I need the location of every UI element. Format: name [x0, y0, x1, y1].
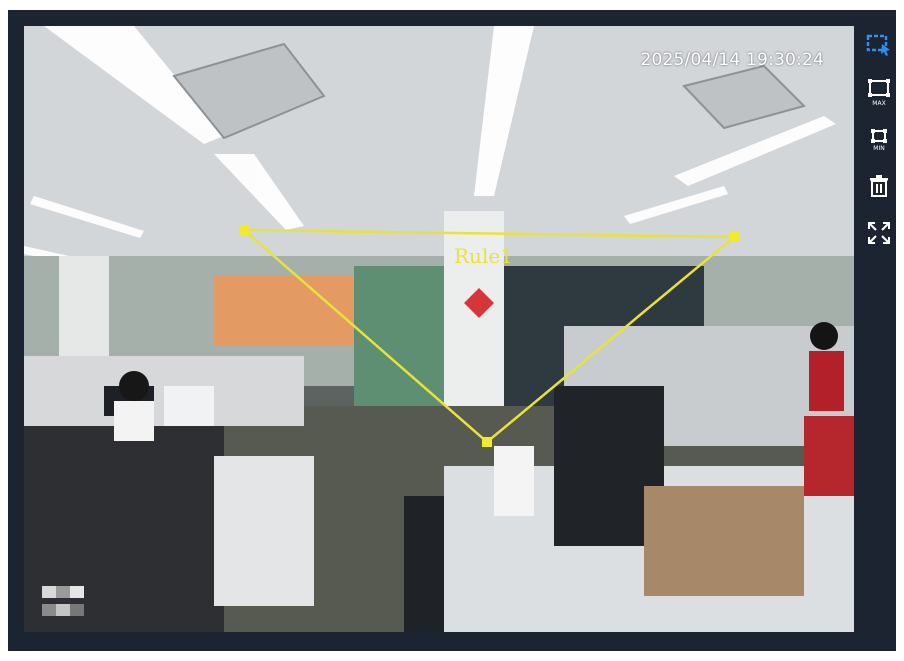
region-toolbar: MAX MIN: [862, 30, 896, 265]
rule-vertex-handle[interactable]: [482, 437, 492, 447]
max-size-icon: [868, 78, 890, 97]
min-size-label: MIN: [873, 144, 885, 152]
fullscreen-button[interactable]: [864, 218, 894, 248]
video-feed[interactable]: Rule1 2025/04/14 19:30:24: [24, 26, 854, 632]
rule-vertex-handle[interactable]: [239, 225, 249, 235]
rule-region-overlay[interactable]: [24, 26, 854, 632]
min-size-button[interactable]: MIN: [864, 124, 894, 154]
draw-region-icon: [866, 34, 890, 56]
delete-button[interactable]: [864, 171, 894, 201]
rule-vertex-handle[interactable]: [729, 232, 739, 242]
max-size-label: MAX: [872, 99, 886, 107]
timestamp-overlay: 2025/04/14 19:30:24: [640, 50, 824, 70]
delete-icon: [870, 175, 888, 197]
fullscreen-icon: [868, 222, 890, 244]
min-size-icon: [871, 128, 887, 143]
draw-region-button[interactable]: [864, 30, 894, 60]
rule-label: Rule1: [454, 244, 513, 268]
max-size-button[interactable]: MAX: [864, 77, 894, 107]
privacy-mosaic: [42, 586, 86, 616]
